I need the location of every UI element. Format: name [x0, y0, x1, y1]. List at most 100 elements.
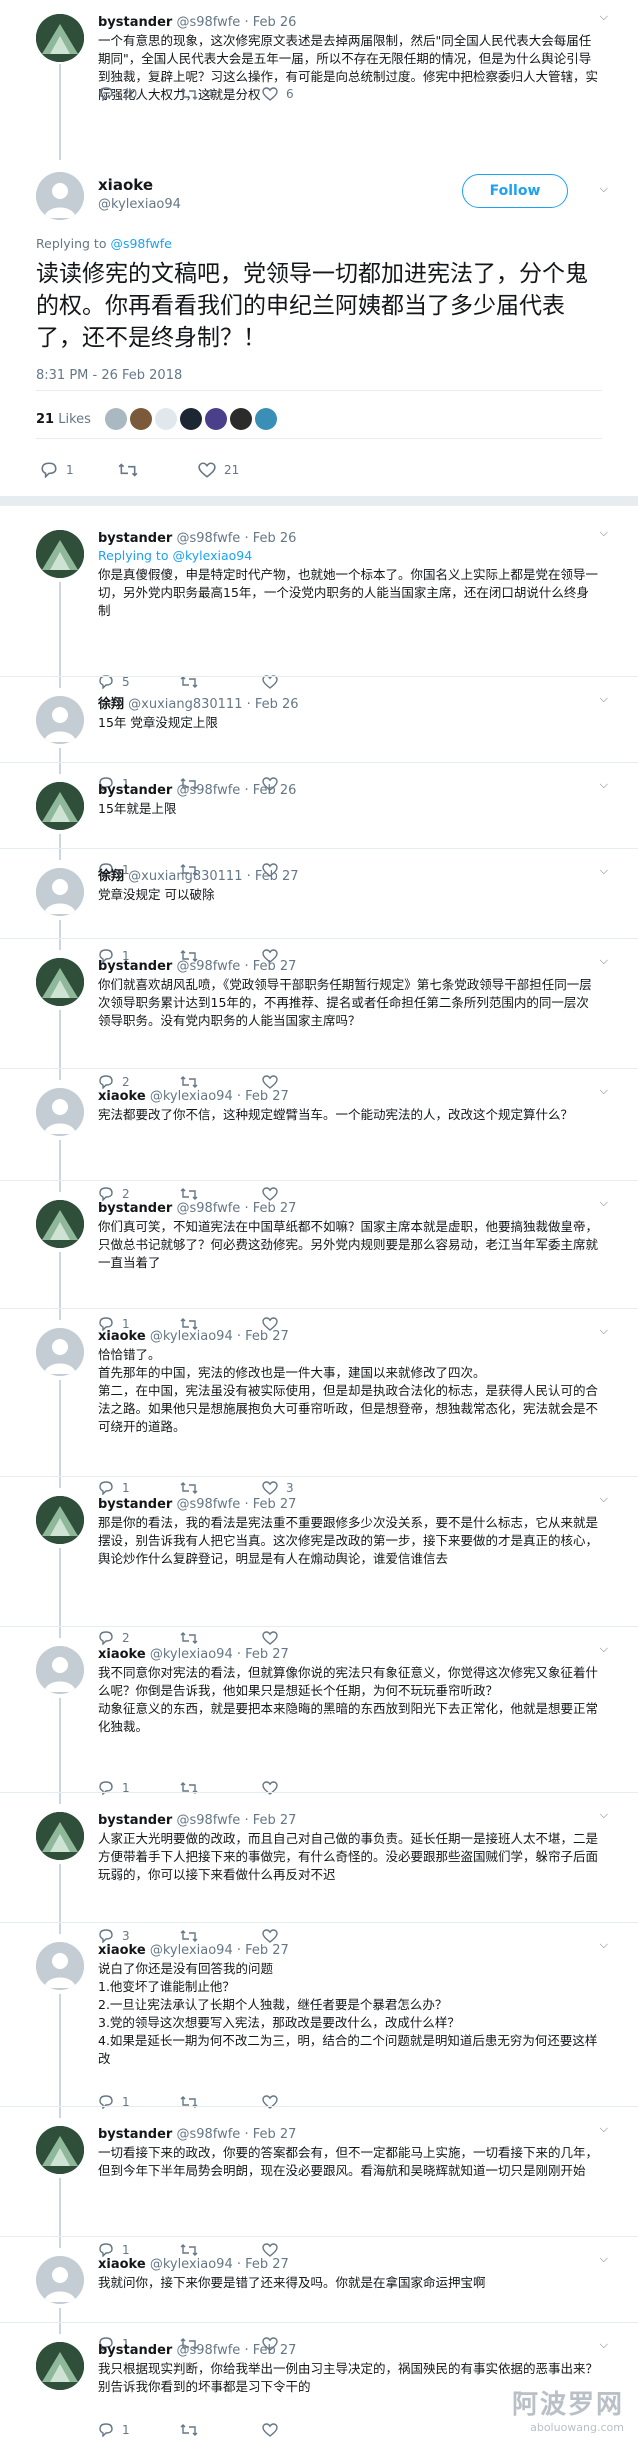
avatar[interactable]: [36, 2256, 84, 2304]
author-handle[interactable]: @kylexiao94: [150, 1943, 233, 1958]
tweet-date[interactable]: · Feb 27: [247, 869, 299, 884]
author-handle[interactable]: @s98fwfe: [176, 959, 240, 974]
tweet-date[interactable]: · Feb 27: [237, 2257, 289, 2272]
tweet-date[interactable]: · Feb 26: [244, 531, 296, 546]
author-name[interactable]: xiaoke: [98, 1089, 146, 1104]
like-action[interactable]: [262, 2422, 344, 2438]
tweet-t7[interactable]: xiaoke @kylexiao94 · Feb 27 ⌵ 宪法都要改了你不信，…: [0, 1082, 638, 1210]
tweet-date[interactable]: · Feb 26: [244, 15, 296, 30]
author-handle[interactable]: @kylexiao94: [150, 2257, 233, 2272]
tweet-t12[interactable]: bystander @s98fwfe · Feb 27 ⌵ 人家正大光明要做的改…: [0, 1806, 638, 1952]
tweet-t6[interactable]: bystander @s98fwfe · Feb 27 ⌵ 你们就喜欢胡风乱喷，…: [0, 952, 638, 1098]
liker-avatar[interactable]: [229, 408, 252, 430]
author-handle[interactable]: @xuxiang830111: [128, 869, 242, 884]
avatar[interactable]: [36, 530, 84, 578]
author-handle[interactable]: @kylexiao94: [150, 1647, 233, 1662]
tweet-t11[interactable]: xiaoke @kylexiao94 · Feb 27 ⌵ 我不同意你对宪法的看…: [0, 1640, 638, 1804]
likes-summary[interactable]: 21 Likes: [36, 408, 277, 430]
tweet-t2[interactable]: bystander @s98fwfe · Feb 26 ⌵ Replying t…: [0, 524, 638, 698]
author-handle[interactable]: @kylexiao94: [150, 1329, 233, 1344]
tweet-t8[interactable]: bystander @s98fwfe · Feb 27 ⌵ 你们真可笑，不知道宪…: [0, 1194, 638, 1340]
caret-down-icon[interactable]: ⌵: [600, 1938, 608, 1952]
caret-down-icon[interactable]: ⌵: [600, 778, 608, 792]
tweet-date[interactable]: · Feb 27: [244, 1497, 296, 1512]
tweet-date[interactable]: · Feb 27: [244, 1201, 296, 1216]
tweet-date[interactable]: · Feb 27: [244, 1813, 296, 1828]
author-name[interactable]: bystander: [98, 15, 172, 30]
avatar[interactable]: [36, 1942, 84, 1990]
retweet-action[interactable]: [180, 1780, 262, 1796]
author-handle[interactable]: @s98fwfe: [176, 783, 240, 798]
tweet-t10[interactable]: bystander @s98fwfe · Feb 27 ⌵ 那是你的看法，我的看…: [0, 1490, 638, 1654]
author-handle[interactable]: @s98fwfe: [176, 1497, 240, 1512]
author-handle[interactable]: @s98fwfe: [176, 2343, 240, 2358]
avatar[interactable]: [36, 1812, 84, 1860]
retweet-action[interactable]: 4: [180, 86, 262, 102]
author-handle[interactable]: @kylexiao94: [98, 197, 181, 212]
avatar[interactable]: [36, 1088, 84, 1136]
liker-avatar[interactable]: [104, 408, 127, 430]
author-name[interactable]: xiaoke: [98, 1647, 146, 1662]
author-handle[interactable]: @s98fwfe: [176, 531, 240, 546]
tweet-date[interactable]: · Feb 27: [244, 2127, 296, 2142]
replying-handle[interactable]: @s98fwfe: [110, 236, 171, 251]
follow-button[interactable]: Follow: [462, 174, 568, 208]
avatar[interactable]: [36, 1328, 84, 1376]
avatar[interactable]: [36, 2126, 84, 2174]
author-handle[interactable]: @xuxiang830111: [128, 697, 242, 712]
tweet-date[interactable]: · Feb 27: [244, 2343, 296, 2358]
liker-avatar[interactable]: [204, 408, 227, 430]
reply-action[interactable]: 20: [98, 86, 180, 102]
caret-down-icon[interactable]: ⌵: [600, 2338, 608, 2352]
author-name[interactable]: xiaoke: [98, 1329, 146, 1344]
tweet-date[interactable]: · Feb 27: [237, 1943, 289, 1958]
caret-down-icon[interactable]: ⌵: [600, 1084, 608, 1098]
like-action[interactable]: 21: [198, 462, 280, 478]
liker-avatar[interactable]: [154, 408, 177, 430]
avatar[interactable]: [36, 1200, 84, 1248]
tweet-date[interactable]: · Feb 27: [244, 959, 296, 974]
tweet-main[interactable]: xiaoke @kylexiao94 Follow ⌵ Replying to …: [0, 162, 638, 492]
author-handle[interactable]: @s98fwfe: [176, 2127, 240, 2142]
reply-action[interactable]: 1: [98, 2422, 180, 2438]
liker-avatar[interactable]: [254, 408, 277, 430]
avatar[interactable]: [36, 1496, 84, 1544]
caret-down-icon[interactable]: ⌵: [600, 2122, 608, 2136]
caret-down-icon[interactable]: ⌵: [600, 182, 608, 196]
like-action[interactable]: [262, 2094, 344, 2110]
author-name[interactable]: bystander: [98, 2127, 172, 2142]
tweet-t14[interactable]: bystander @s98fwfe · Feb 27 ⌵ 一切看接下来的政改，…: [0, 2120, 638, 2266]
caret-down-icon[interactable]: ⌵: [600, 1642, 608, 1656]
author-name[interactable]: 徐翔: [98, 869, 124, 884]
author-name[interactable]: bystander: [98, 1813, 172, 1828]
retweet-action[interactable]: [180, 2094, 262, 2110]
author-name[interactable]: bystander: [98, 1497, 172, 1512]
liker-avatar[interactable]: [129, 408, 152, 430]
author-name[interactable]: bystander: [98, 959, 172, 974]
caret-down-icon[interactable]: ⌵: [600, 1196, 608, 1210]
author-name[interactable]: bystander: [98, 531, 172, 546]
caret-down-icon[interactable]: ⌵: [600, 1492, 608, 1506]
caret-down-icon[interactable]: ⌵: [600, 692, 608, 706]
like-action[interactable]: [262, 1780, 344, 1796]
tweet-date[interactable]: · Feb 27: [237, 1089, 289, 1104]
author-name[interactable]: xiaoke: [98, 2257, 146, 2272]
avatar[interactable]: [36, 14, 84, 62]
author-handle[interactable]: @s98fwfe: [176, 15, 240, 30]
avatar[interactable]: [36, 1646, 84, 1694]
like-action[interactable]: 6: [262, 86, 344, 102]
avatar[interactable]: [36, 868, 84, 916]
author-name[interactable]: 徐翔: [98, 697, 124, 712]
avatar[interactable]: [36, 172, 84, 220]
reply-action[interactable]: 1: [98, 1780, 180, 1796]
caret-down-icon[interactable]: ⌵: [600, 864, 608, 878]
author-handle[interactable]: @s98fwfe: [176, 1201, 240, 1216]
tweet-timestamp[interactable]: 8:31 PM - 26 Feb 2018: [36, 368, 182, 383]
author-handle[interactable]: @s98fwfe: [176, 1813, 240, 1828]
caret-down-icon[interactable]: ⌵: [600, 1324, 608, 1338]
tweet-date[interactable]: · Feb 27: [237, 1329, 289, 1344]
author-name[interactable]: bystander: [98, 2343, 172, 2358]
retweet-action[interactable]: [118, 462, 198, 478]
author-handle[interactable]: @kylexiao94: [150, 1089, 233, 1104]
caret-down-icon[interactable]: ⌵: [600, 954, 608, 968]
